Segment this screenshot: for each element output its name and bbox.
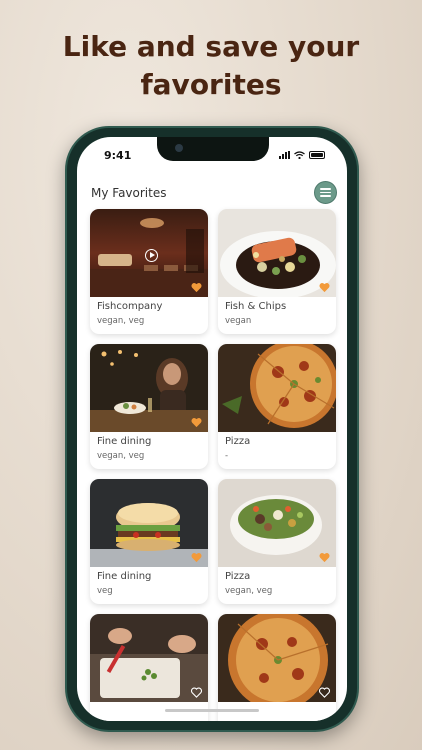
- heart-icon[interactable]: [191, 417, 202, 428]
- card-title: Fine dining: [97, 436, 152, 447]
- card-tags: vegan, veg: [97, 451, 145, 461]
- favorite-card[interactable]: Pizza vegan, veg: [218, 479, 336, 604]
- favorite-card[interactable]: Fine dining vegan, veg: [90, 344, 208, 469]
- heart-outline-icon[interactable]: [191, 687, 202, 698]
- card-title: Pizza: [225, 436, 251, 447]
- favorite-card[interactable]: Fish & Chips vegan: [218, 209, 336, 334]
- status-time: 9:41: [104, 149, 132, 162]
- signal-icon: [279, 151, 290, 159]
- card-tags: veg: [97, 586, 113, 596]
- app-screen: 9:41 My Favorites Fishcompany vegan, veg…: [77, 137, 347, 721]
- restaurant-photo: [218, 344, 336, 432]
- card-title: Fine dining: [97, 571, 152, 582]
- card-tags: vegan, veg: [97, 316, 145, 326]
- favorite-card[interactable]: Fine dining veg: [90, 479, 208, 604]
- favorite-card[interactable]: [90, 614, 208, 721]
- heart-outline-icon[interactable]: [319, 687, 330, 698]
- heart-icon[interactable]: [191, 282, 202, 293]
- favorite-card[interactable]: [218, 614, 336, 721]
- card-tags: vegan: [225, 316, 252, 326]
- app-header: My Favorites: [91, 181, 337, 207]
- play-icon[interactable]: [145, 249, 158, 262]
- favorite-card[interactable]: Fishcompany vegan, veg: [90, 209, 208, 334]
- favorite-card[interactable]: Pizza -: [218, 344, 336, 469]
- battery-icon: [309, 151, 325, 159]
- wifi-icon: [294, 151, 305, 159]
- camera-icon: [175, 144, 183, 152]
- status-icons: [279, 151, 325, 159]
- heart-icon[interactable]: [319, 552, 330, 563]
- card-tags: vegan, veg: [225, 586, 273, 596]
- notch: [157, 137, 269, 161]
- heart-icon[interactable]: [319, 282, 330, 293]
- card-tags: -: [225, 451, 229, 461]
- heart-icon[interactable]: [191, 552, 202, 563]
- phone-frame: 9:41 My Favorites Fishcompany vegan, veg…: [65, 126, 359, 732]
- home-indicator[interactable]: [165, 709, 259, 712]
- card-title: Fishcompany: [97, 301, 163, 312]
- hamburger-menu-icon[interactable]: [314, 181, 337, 204]
- card-title: Pizza: [225, 571, 251, 582]
- favorites-grid: Fishcompany vegan, veg Fish & Chips vega…: [90, 209, 336, 721]
- card-title: Fish & Chips: [225, 301, 287, 312]
- page-title: My Favorites: [91, 186, 167, 200]
- promo-headline: Like and save your favorites: [62, 30, 360, 101]
